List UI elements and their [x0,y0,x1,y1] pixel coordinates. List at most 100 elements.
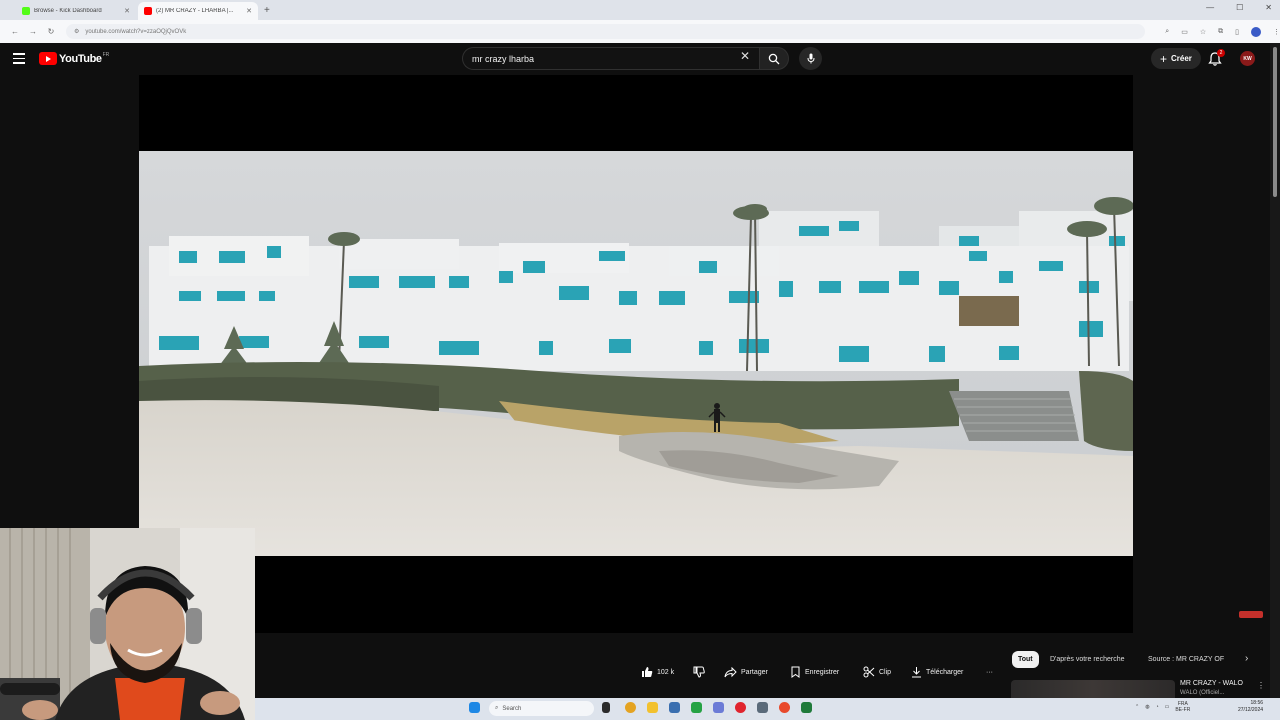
zoom-icon[interactable]: ⌕ [1165,28,1169,36]
discord-taskbar-icon[interactable] [713,702,724,713]
save-label: Enregistrer [805,668,840,676]
download-icon [912,667,921,678]
taskbar-search-placeholder: Search [502,705,522,712]
related-video-subtitle: WALO (Officiel... [1180,690,1225,696]
back-icon[interactable]: ← [6,27,24,36]
save-button[interactable]: Enregistrer [790,665,839,679]
chevron-up-icon[interactable]: ⌃ [1135,704,1139,710]
taskbar-clock[interactable]: 18:56 27/12/2024 [1238,700,1263,714]
file-explorer-icon[interactable] [647,702,658,713]
youtube-header: YouTube FR mr crazy lharba ✕ + Créer 2 K… [0,43,1270,75]
dislike-button[interactable] [693,665,705,679]
volume-icon[interactable]: ◔ [1156,704,1159,710]
tab-youtube[interactable]: (2) MR CRAZY - LHARBA |... ✕ [138,2,258,20]
window-controls: — ☐ ✕ [1206,3,1272,12]
search-icon [768,53,780,64]
share-label: Partager [741,668,768,676]
voice-search-button[interactable] [799,47,822,70]
youtube-wordmark: YouTube [59,52,102,65]
share-button[interactable]: Partager [724,665,768,679]
notification-count-badge: 2 [1217,49,1225,57]
maximize-icon[interactable]: ☐ [1236,3,1243,12]
clear-search-icon[interactable]: ✕ [740,49,750,63]
settings-taskbar-icon[interactable] [757,702,768,713]
region-code: FR [102,51,110,58]
thumbs-down-icon [693,666,705,678]
new-tab-button[interactable]: + [264,2,270,20]
bookmark-star-icon[interactable]: ☆ [1200,28,1206,36]
battery-icon[interactable]: ▭ [1165,704,1170,710]
video-still-image [139,151,1133,556]
address-bar: ← → ↻ ⚙ youtube.com/watch?v=zzaOQjQvOVk … [0,20,1280,43]
scissors-icon [863,666,875,678]
close-tab-icon[interactable]: ✕ [124,7,130,15]
streamer-webcam [0,528,255,720]
taskbar-search-icon: ⌕ [495,705,499,711]
system-tray: ⌃ ◍ ◔ ▭ FRA BE-FR [1135,701,1190,713]
forward-icon[interactable]: → [24,27,42,36]
related-video-menu-icon[interactable]: ⋮ [1257,681,1265,690]
taskbar-search-field[interactable]: ⌕ Search [489,701,594,716]
filter-chip-related[interactable]: D'après votre recherche [1050,651,1124,668]
create-label: Créer [1171,54,1192,63]
video-frame[interactable] [139,151,1133,556]
clip-button[interactable]: Clip [863,665,891,679]
share-icon [724,666,737,677]
related-video-title[interactable]: MR CRAZY - WALO [1180,680,1243,687]
kick-favicon-icon [22,7,30,15]
save-playlist-icon [791,666,800,678]
create-button[interactable]: + Créer [1151,48,1201,69]
youtube-favicon-icon [144,7,152,15]
menu-dots-icon[interactable]: ⋮ [1273,28,1280,36]
close-window-icon[interactable]: ✕ [1265,3,1272,12]
filter-chip-all[interactable]: Tout [1012,651,1039,668]
extensions-icon[interactable]: ⧉ [1218,28,1223,36]
more-actions-button[interactable]: ··· [986,665,993,679]
download-label: Télécharger [926,668,964,676]
tab-kick-dashboard[interactable]: Browse - Kick Dashboard ✕ [16,2,136,20]
related-video-thumbnail[interactable] [1011,680,1175,698]
clock-date: 27/12/2024 [1238,707,1264,713]
reload-icon[interactable]: ↻ [42,27,60,36]
webcam-image [0,528,255,720]
search-button[interactable] [759,47,789,70]
chevron-right-icon[interactable]: › [1245,653,1248,664]
filter-chip-source[interactable]: Source : MR CRAZY OF [1148,651,1224,668]
site-info-icon[interactable]: ⚙ [74,28,79,35]
url-field[interactable]: ⚙ youtube.com/watch?v=zzaOQjQvOVk [65,24,1146,39]
scrollbar-thumb[interactable] [1273,47,1277,197]
app-taskbar-icon[interactable] [669,702,680,713]
like-button[interactable]: 102 k [641,665,674,679]
plus-icon: + [1160,51,1168,66]
account-avatar[interactable]: KW [1240,51,1255,66]
search-query-text: mr crazy lharba [472,53,535,64]
chrome-taskbar-icon[interactable] [625,702,636,713]
like-count: 102 k [657,668,675,676]
task-view-icon[interactable] [602,702,610,713]
youtube-logo[interactable]: YouTube FR [39,52,109,65]
search-input[interactable]: mr crazy lharba [462,47,759,70]
youtube-play-icon [39,52,57,65]
profile-icon[interactable] [1250,26,1261,37]
more-dots-icon: ··· [986,668,993,676]
minimize-icon[interactable]: — [1206,3,1214,12]
streamer-logo-overlay [1239,611,1263,618]
opera-taskbar-icon[interactable] [735,702,746,713]
app-green-taskbar-icon[interactable] [801,702,812,713]
close-tab-icon[interactable]: ✕ [246,7,252,15]
browser-toolbar-icons: ⌕ ▭ ☆ ⧉ ▯ ⋮ [1165,26,1280,37]
clip-label: Clip [879,668,892,676]
windows-start-icon[interactable] [469,702,480,713]
whatsapp-taskbar-icon[interactable] [691,702,702,713]
cast-icon[interactable]: ▭ [1181,28,1188,36]
menu-hamburger-icon[interactable] [13,53,25,67]
download-button[interactable]: Télécharger [911,665,963,679]
tab-title: (2) MR CRAZY - LHARBA |... [156,8,234,14]
app-red-taskbar-icon[interactable] [779,702,790,713]
language-indicator[interactable]: FRA BE-FR [1175,701,1190,713]
tab-title: Browse - Kick Dashboard [34,8,102,14]
tray-region: BE-FR [1175,707,1191,713]
sidebar-icon[interactable]: ▯ [1235,28,1239,36]
network-icon[interactable]: ◍ [1145,704,1149,710]
clock-time: 18:56 [1250,700,1264,706]
